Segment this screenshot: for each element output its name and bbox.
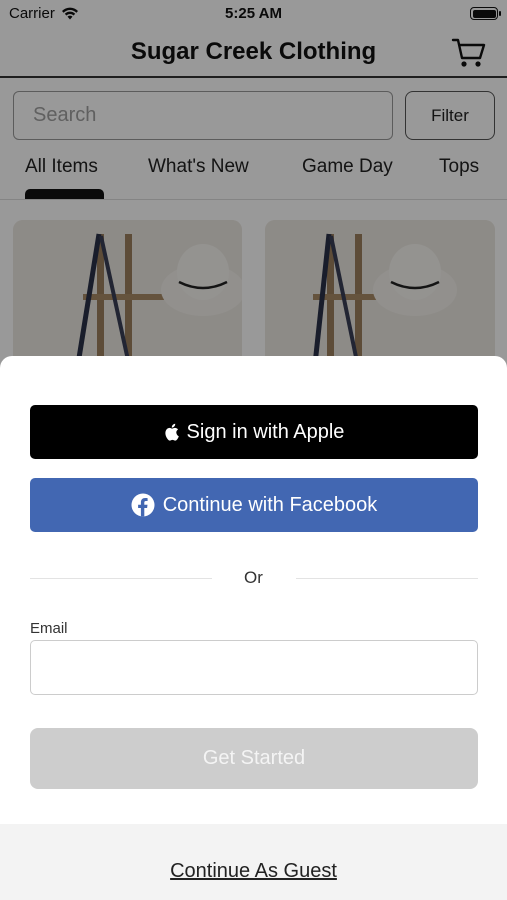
- facebook-icon: [131, 493, 155, 517]
- sign-in-with-apple-button[interactable]: Sign in with Apple: [30, 405, 478, 459]
- continue-as-guest-link[interactable]: Continue As Guest: [0, 860, 507, 883]
- app-screen: Carrier 5:25 AM Sugar Creek Clothing Fil…: [0, 0, 507, 900]
- email-field[interactable]: [30, 640, 478, 695]
- continue-with-facebook-button[interactable]: Continue with Facebook: [30, 478, 478, 532]
- sign-in-sheet: Sign in with Apple Continue with Faceboo…: [0, 356, 507, 900]
- email-label: Email: [30, 620, 68, 637]
- divider-line-right: [296, 578, 478, 579]
- guest-footer: Continue As Guest: [0, 824, 507, 900]
- get-started-button[interactable]: Get Started: [30, 728, 478, 789]
- apple-button-label: Sign in with Apple: [186, 420, 345, 443]
- facebook-button-label: Continue with Facebook: [162, 493, 378, 516]
- apple-icon: [164, 423, 179, 441]
